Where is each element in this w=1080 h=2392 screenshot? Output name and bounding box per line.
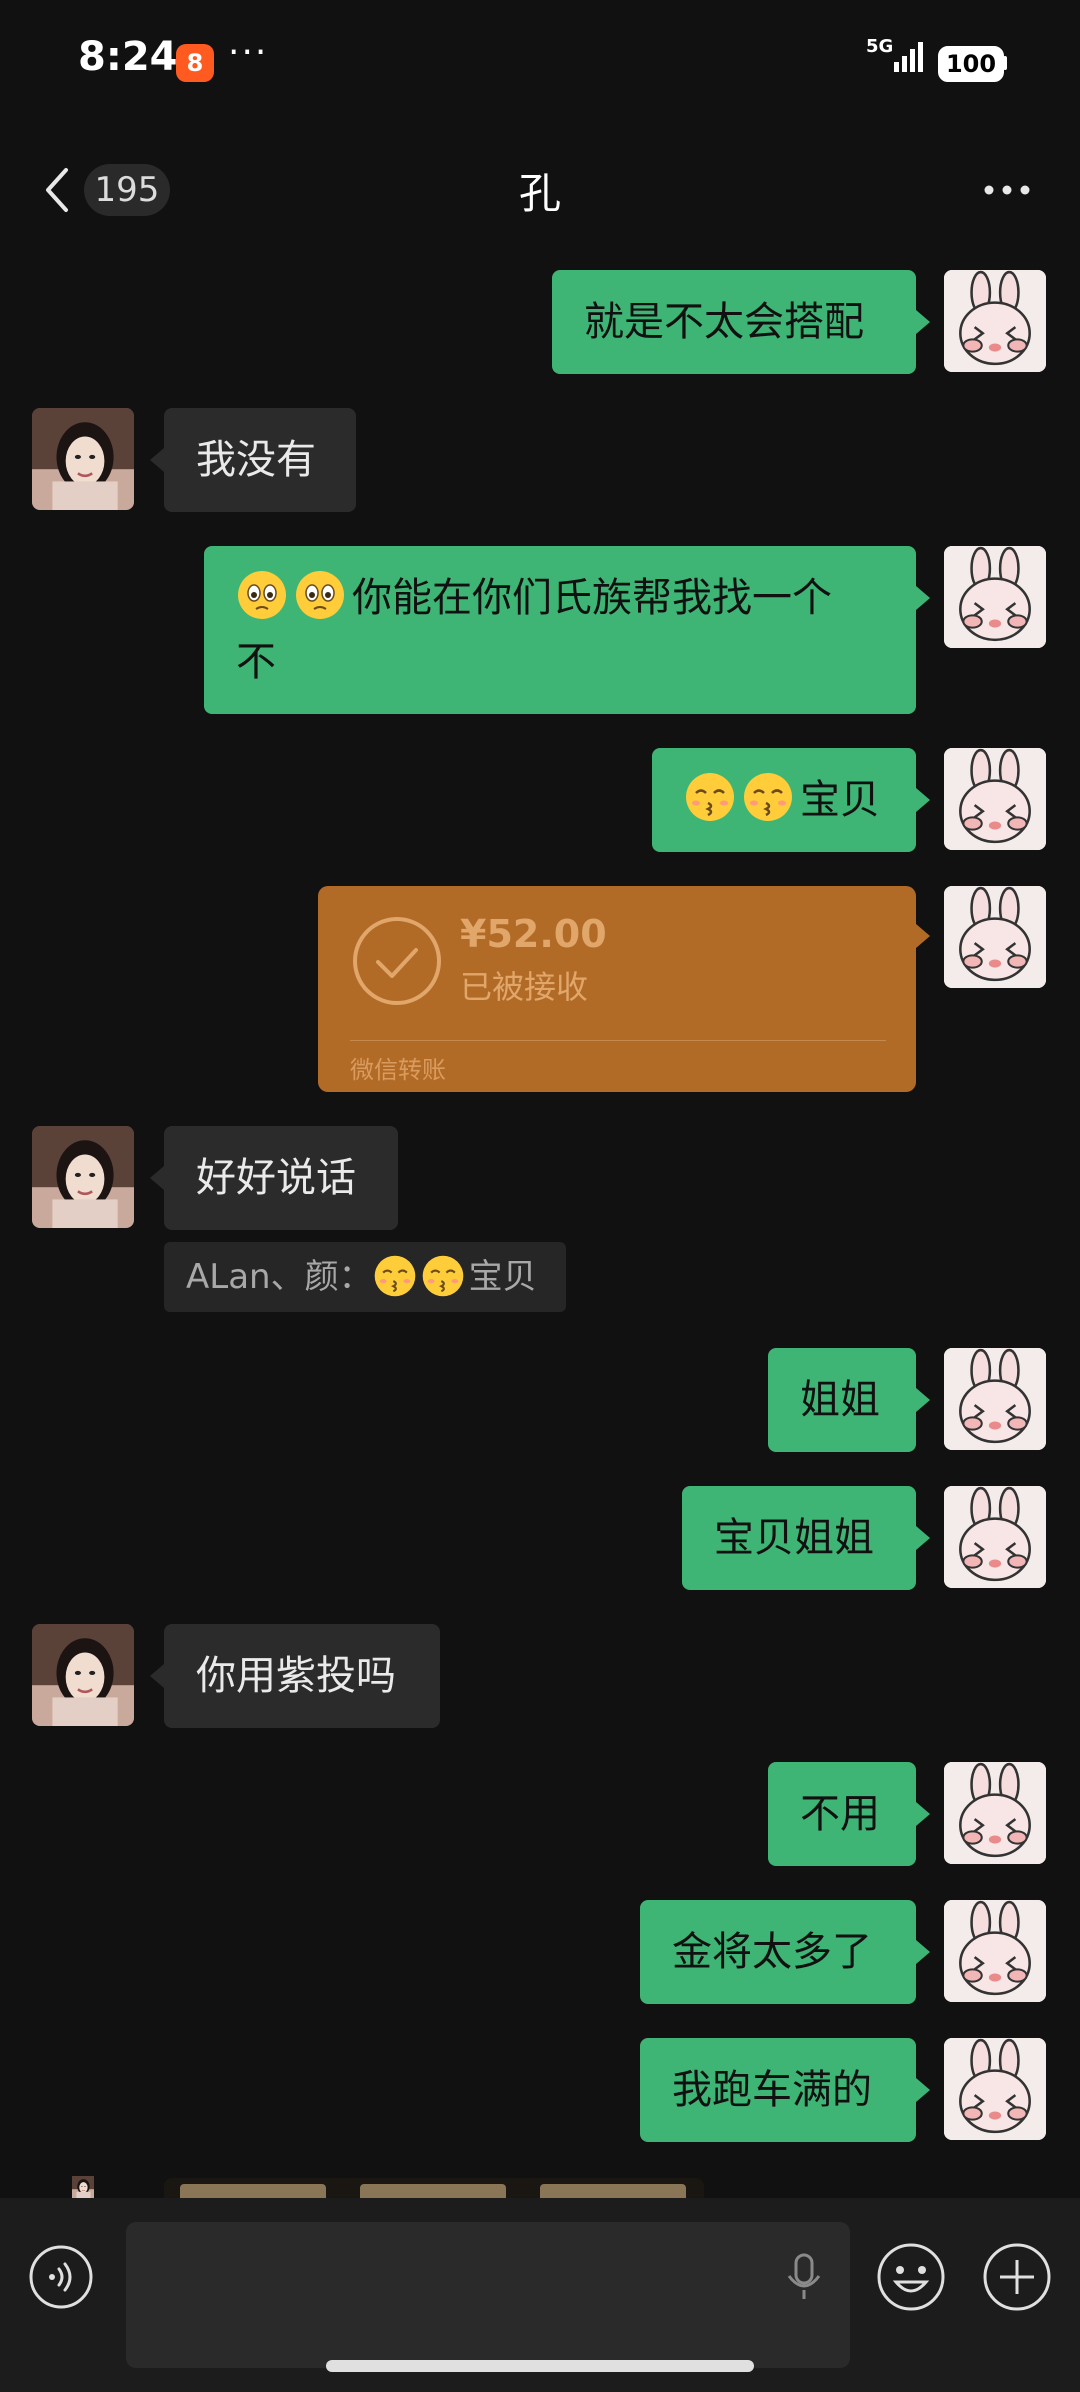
bubble-tail [150,448,164,472]
status-more-dots: ··· [228,32,269,73]
network-label: 5G [866,36,894,57]
message-bubble-outgoing[interactable]: 宝贝姐姐 [682,1486,916,1590]
mic-icon[interactable] [784,2252,824,2302]
transfer-divider [350,1040,886,1041]
message-line: 不 [236,639,276,685]
message-bubble-outgoing[interactable]: 就是不太会搭配 [552,270,916,374]
checkmark-circle-icon [353,917,441,1005]
kissing-face-emoji-icon [421,1254,465,1298]
message-line: 你能在你们氏族帮我找一个 [236,566,884,630]
flushed-face-emoji-icon [236,569,288,621]
image-thumbnail [540,2184,686,2198]
message-bubble-outgoing[interactable]: 不用 [768,1762,916,1866]
message-text: 宝贝 [800,777,880,823]
battery-tip [1003,56,1007,70]
kissing-face-emoji-icon [373,1254,417,1298]
quoted-message[interactable]: ALan、颜： 宝贝 [164,1242,566,1312]
my-avatar[interactable] [944,748,1046,850]
app-notification-icon: 8 [176,44,214,82]
transfer-status: 已被接收 [460,968,589,1006]
home-indicator [326,2360,754,2372]
contact-avatar[interactable] [32,1624,134,1726]
bubble-tail [916,1388,930,1412]
image-thumbnail [180,2184,326,2198]
emoji-face-icon[interactable] [876,2242,946,2312]
flushed-face-emoji-icon [294,569,346,621]
message-bubble-outgoing[interactable]: 金将太多了 [640,1900,916,2004]
chat-title: 孔 [518,169,561,218]
message-input[interactable] [126,2222,850,2368]
my-avatar[interactable] [944,886,1046,988]
kissing-face-emoji-icon [742,771,794,823]
bubble-tail [916,1940,930,1964]
bubble-tail [150,1664,164,1688]
contact-avatar[interactable] [32,408,134,510]
contact-avatar[interactable] [32,1126,134,1228]
image-message-partial[interactable] [164,2178,704,2198]
bubble-tail [916,924,930,948]
message-bubble-incoming[interactable]: 你用紫投吗 [164,1624,440,1728]
bubble-tail [916,788,930,812]
transfer-amount: ¥52.00 [460,912,607,956]
message-bubble-outgoing[interactable]: 宝贝 [652,748,916,852]
contact-avatar[interactable] [32,2176,134,2198]
my-avatar[interactable] [944,546,1046,648]
bubble-tail [916,310,930,334]
message-bubble-incoming[interactable]: 我没有 [164,408,356,512]
my-avatar[interactable] [944,2038,1046,2140]
more-icon[interactable] [982,170,1032,210]
bubble-tail [916,1526,930,1550]
my-avatar[interactable] [944,1348,1046,1450]
bubble-tail [916,586,930,610]
bubble-tail [916,2078,930,2102]
battery-indicator: 100 [938,46,1004,82]
my-avatar[interactable] [944,1900,1046,2002]
my-avatar[interactable] [944,270,1046,372]
message-bubble-outgoing[interactable]: 我跑车满的 [640,2038,916,2142]
plus-icon[interactable] [982,2242,1052,2312]
bubble-tail [150,1166,164,1190]
quote-text: 宝贝 [468,1257,537,1297]
signal-icon [894,42,923,72]
transfer-label: 微信转账 [350,1056,446,1084]
status-time: 8:24 [78,34,178,80]
message-bubble-outgoing[interactable]: 姐姐 [768,1348,916,1452]
kissing-face-emoji-icon [684,771,736,823]
message-bubble-outgoing[interactable]: 你能在你们氏族帮我找一个 不 [204,546,916,714]
my-avatar[interactable] [944,1762,1046,1864]
my-avatar[interactable] [944,1486,1046,1588]
message-text: 你能在你们氏族帮我找一个 [352,575,832,621]
bubble-tail [916,1802,930,1826]
voice-icon[interactable] [28,2244,94,2310]
image-thumbnail [360,2184,506,2198]
quote-sender: ALan、颜： [186,1257,373,1297]
message-bubble-incoming[interactable]: 好好说话 [164,1126,398,1230]
